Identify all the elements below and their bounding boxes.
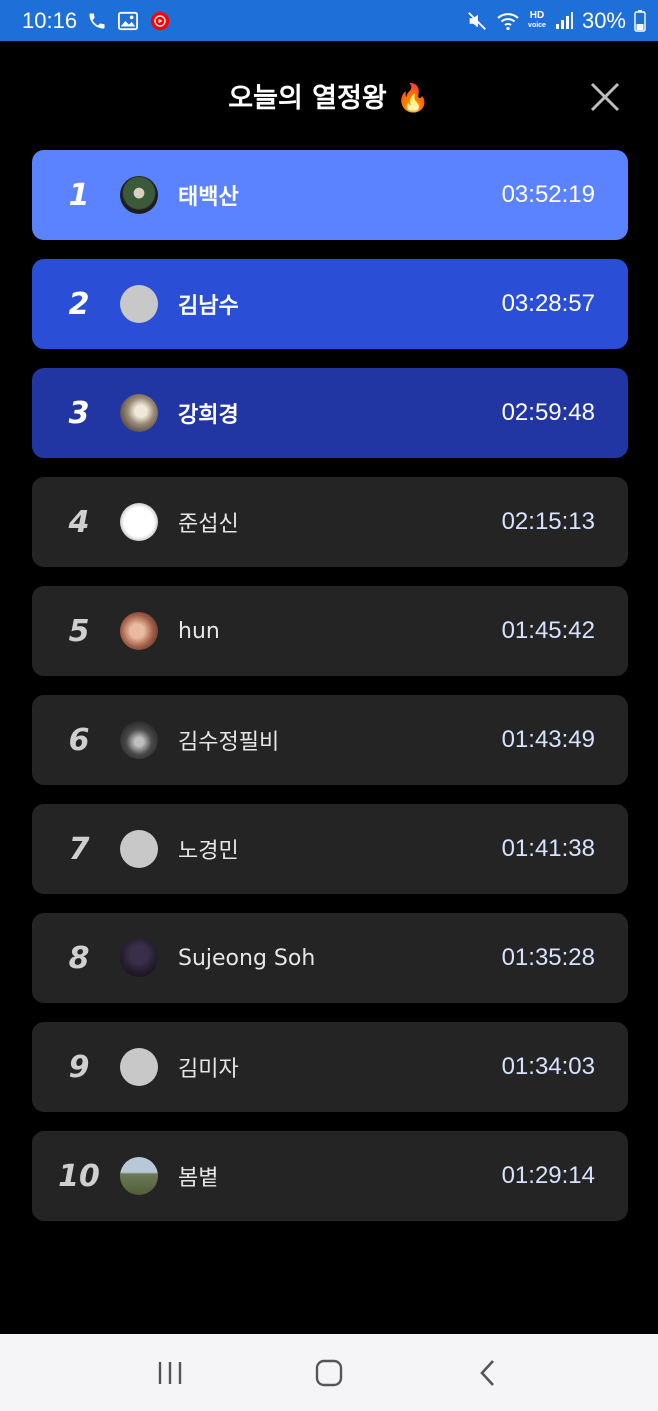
study-time: 01:41:38 (501, 835, 595, 862)
ranking-row[interactable]: 8 Sujeong Soh 01:35:28 (32, 913, 628, 1003)
rank-number: 6 (68, 722, 90, 758)
rank-number: 7 (68, 831, 90, 867)
user-name: 태백산 (178, 185, 239, 210)
mute-icon (466, 10, 488, 32)
user-name: 노경민 (178, 839, 239, 864)
rank-number: 3 (68, 395, 90, 431)
rank-number: 1 (68, 177, 90, 213)
page-title: 오늘의 열정왕 🔥 (228, 83, 430, 114)
study-time: 01:45:42 (501, 617, 595, 644)
avatar (120, 176, 158, 214)
rank-number: 5 (68, 613, 90, 649)
avatar (120, 830, 158, 868)
close-button[interactable] (585, 77, 625, 117)
battery-percent: 30% (581, 7, 626, 33)
home-button[interactable] (299, 1343, 359, 1403)
user-name: 김수정필비 (178, 730, 280, 755)
study-time: 03:52:19 (501, 181, 595, 208)
youtube-music-icon (149, 10, 171, 32)
ranking-row[interactable]: 4 준섭신 02:15:13 (32, 477, 628, 567)
study-time: 02:15:13 (501, 508, 595, 535)
phone-icon (87, 11, 107, 31)
study-time: 01:29:14 (501, 1162, 595, 1189)
rank-number: 10 (58, 1158, 100, 1194)
ranking-row[interactable]: 5 hun 01:45:42 (32, 586, 628, 676)
study-time: 01:35:28 (501, 944, 595, 971)
rank-number: 8 (68, 940, 90, 976)
ranking-row[interactable]: 10 봄볕 01:29:14 (32, 1131, 628, 1221)
ranking-row[interactable]: 3 강희경 02:59:48 (32, 368, 628, 458)
status-bar: 10:16 HD voice 30% (0, 0, 658, 41)
rank-number: 9 (68, 1049, 90, 1085)
ranking-row[interactable]: 6 김수정필비 01:43:49 (32, 695, 628, 785)
status-time: 10:16 (22, 7, 78, 33)
ranking-row[interactable]: 2 김남수 03:28:57 (32, 259, 628, 349)
close-icon (590, 82, 620, 112)
system-nav-bar (0, 1334, 658, 1411)
header: 오늘의 열정왕 🔥 (0, 41, 658, 149)
avatar (120, 503, 158, 541)
rank-number: 2 (68, 286, 90, 322)
study-time: 03:28:57 (501, 290, 595, 317)
user-name: 김남수 (178, 294, 239, 319)
back-icon (480, 1359, 495, 1386)
ranking-row[interactable]: 1 태백산 03:52:19 (32, 150, 628, 240)
ranking-row[interactable]: 9 김미자 01:34:03 (32, 1022, 628, 1112)
avatar (120, 721, 158, 759)
user-name: 강희경 (178, 403, 239, 428)
avatar (120, 1048, 158, 1086)
rank-number: 4 (68, 504, 90, 540)
ranking-row[interactable]: 7 노경민 01:41:38 (32, 804, 628, 894)
user-name: 김미자 (178, 1057, 239, 1082)
avatar (120, 1157, 158, 1195)
recent-apps-icon (158, 1361, 181, 1384)
gallery-icon (117, 11, 139, 31)
back-button[interactable] (458, 1343, 518, 1403)
study-time: 02:59:48 (501, 399, 595, 426)
home-icon (315, 1359, 343, 1386)
avatar (120, 394, 158, 432)
study-time: 01:43:49 (501, 726, 595, 753)
avatar (120, 939, 158, 977)
avatar (120, 612, 158, 650)
hd-voice-icon: HD voice (528, 10, 546, 30)
user-name: hun (178, 618, 220, 644)
avatar (120, 285, 158, 323)
wifi-icon (496, 11, 520, 31)
user-name: Sujeong Soh (178, 945, 316, 971)
study-time: 01:34:03 (501, 1053, 595, 1080)
user-name: 봄볕 (178, 1166, 219, 1191)
user-name: 준섭신 (178, 512, 239, 537)
signal-icon (554, 11, 574, 31)
battery-icon (634, 9, 646, 32)
recent-apps-button[interactable] (140, 1343, 200, 1403)
